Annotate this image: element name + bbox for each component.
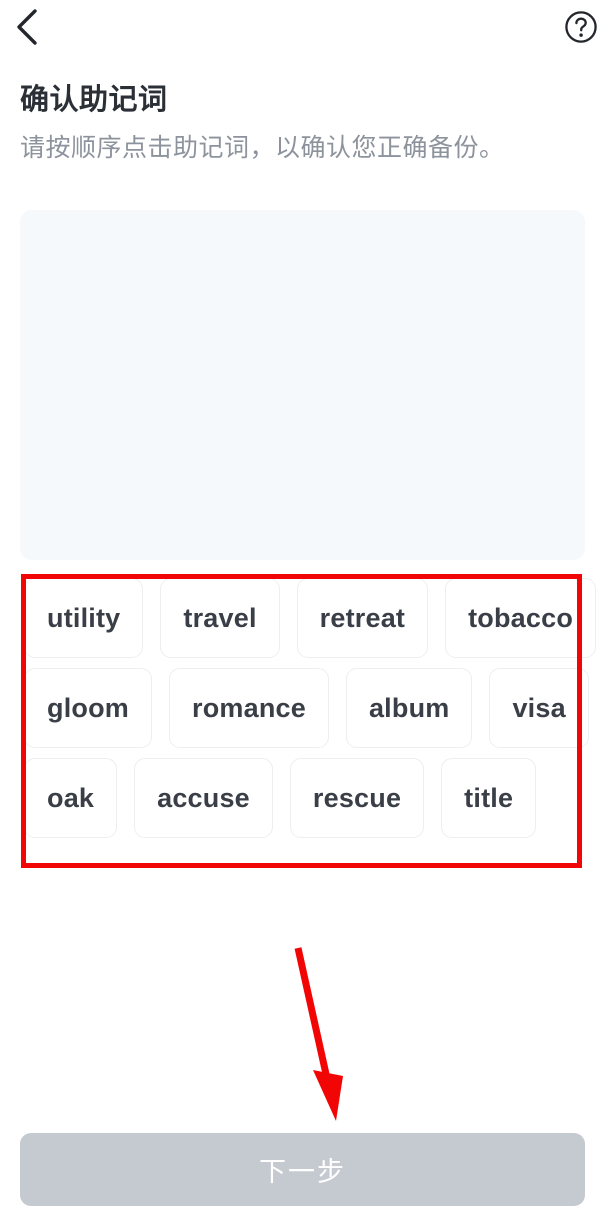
word-bank-row: oak accuse rescue title (24, 758, 580, 838)
chevron-left-icon (14, 8, 40, 46)
next-step-label: 下一步 (259, 1157, 346, 1187)
word-chip[interactable]: romance (169, 668, 329, 748)
word-chip[interactable]: retreat (296, 578, 429, 658)
word-chip[interactable]: gloom (24, 668, 152, 748)
word-chip[interactable]: rescue (289, 758, 425, 838)
word-bank: utility travel retreat tobacco gloom rom… (24, 578, 597, 848)
word-chip[interactable]: utility (24, 578, 144, 658)
page-subtitle: 请按顺序点击助记词，以确认您正确备份。 (20, 134, 505, 162)
annotation-arrow-icon (280, 935, 360, 1125)
word-chip[interactable]: album (345, 668, 473, 748)
word-chip[interactable]: travel (160, 578, 280, 658)
word-chip[interactable]: title (441, 758, 537, 838)
page-title: 确认助记词 (20, 84, 168, 116)
selected-words-panel[interactable] (20, 210, 585, 560)
word-chip[interactable]: visa (489, 668, 589, 748)
word-chip[interactable]: oak (24, 758, 118, 838)
word-bank-row: gloom romance album visa (24, 668, 589, 748)
top-navigation-bar (0, 0, 610, 58)
next-step-button[interactable]: 下一步 (20, 1133, 585, 1206)
word-chip[interactable]: tobacco (445, 578, 597, 658)
word-bank-row: utility travel retreat tobacco (24, 578, 597, 658)
word-chip[interactable]: accuse (134, 758, 273, 838)
back-button[interactable] (4, 2, 50, 52)
help-button[interactable] (563, 9, 599, 45)
question-circle-icon (564, 10, 598, 44)
